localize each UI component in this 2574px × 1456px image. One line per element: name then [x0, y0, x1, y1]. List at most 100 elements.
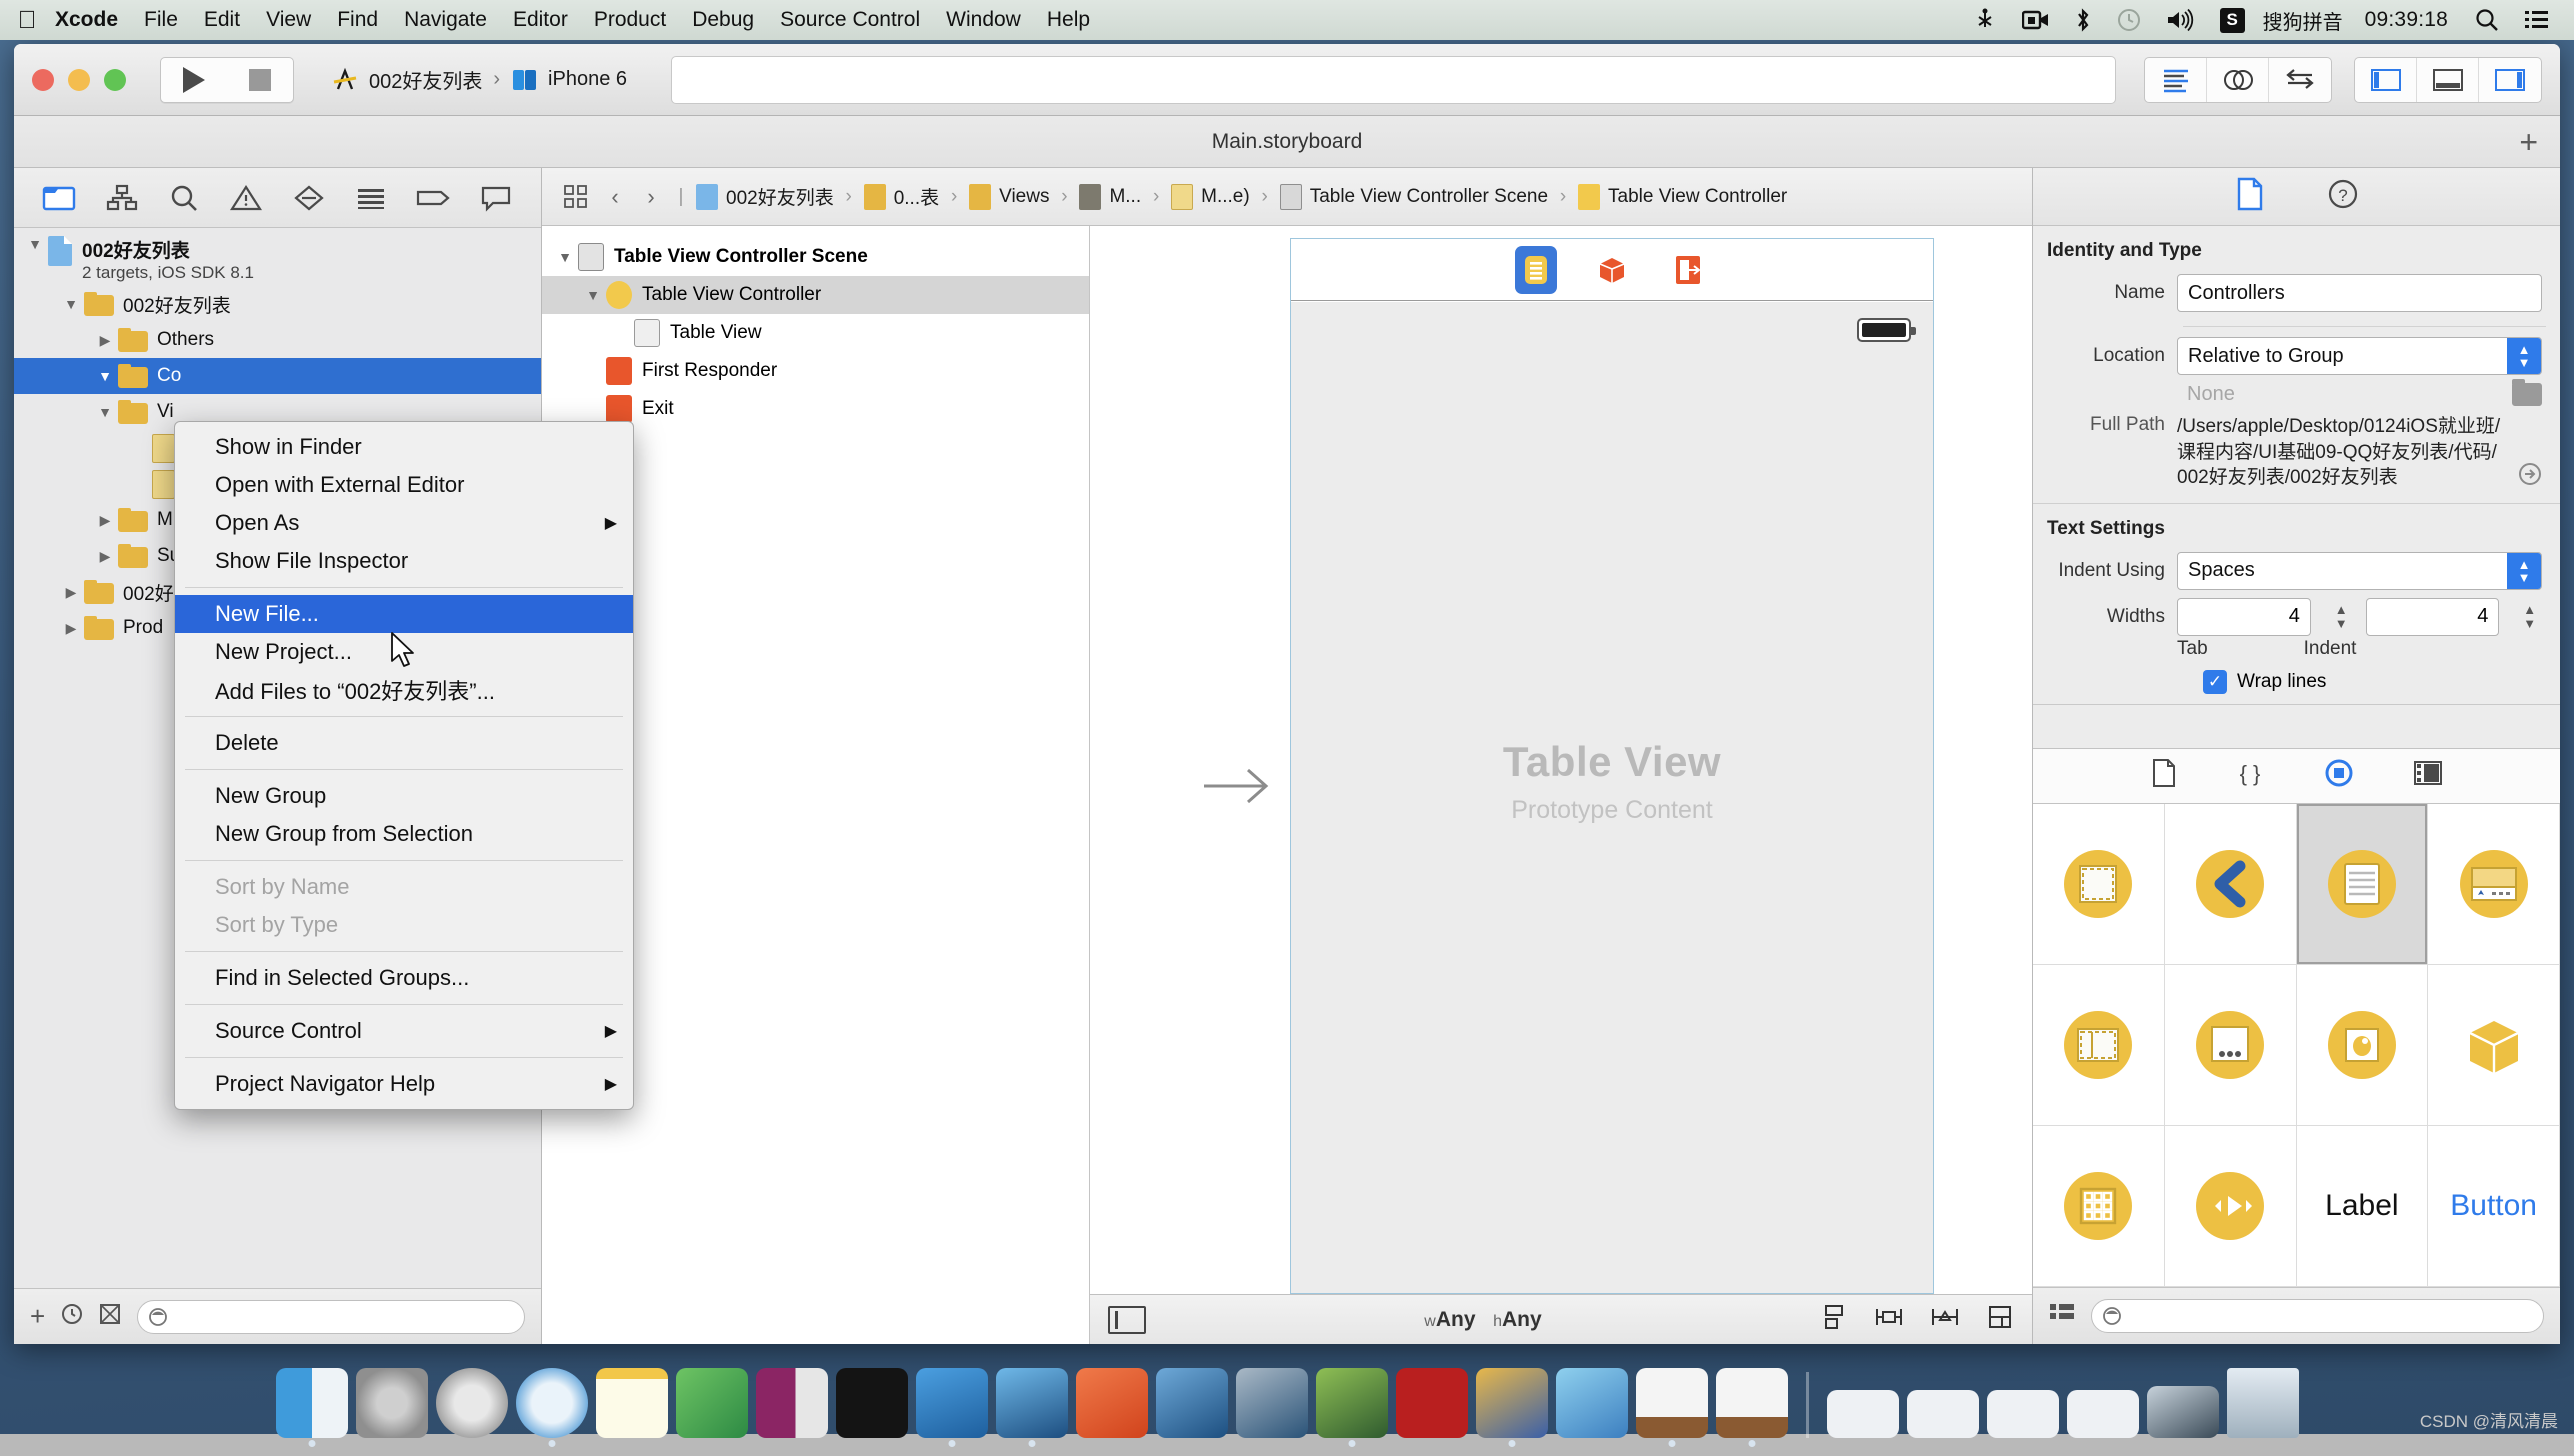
table-view-body[interactable]: Table View Prototype Content [1291, 302, 1933, 1293]
media-library-icon[interactable] [2413, 759, 2443, 792]
dock-item-ios-simulator[interactable] [995, 1368, 1068, 1447]
document-outline-toggle-icon[interactable] [1108, 1305, 1146, 1334]
breadcrumb-item-m[interactable]: M... [1077, 183, 1143, 210]
bluetooth-icon[interactable] [2062, 7, 2104, 33]
outline-row-scene[interactable]: Table View Controller Scene [542, 238, 1089, 276]
breadcrumb-item-group[interactable]: 0...表 [862, 183, 941, 210]
disclosure-triangle[interactable] [92, 512, 118, 529]
object-library-grid[interactable]: Label Button [2033, 803, 2560, 1288]
dock-item-xcode[interactable] [915, 1368, 988, 1447]
wrap-lines-row[interactable]: ✓ Wrap lines [2033, 669, 2560, 694]
ime-indicator[interactable]: S [2208, 7, 2257, 33]
dock-item-onenote[interactable] [755, 1368, 828, 1438]
dock-item-paint-tool[interactable] [1475, 1368, 1548, 1447]
object-library-icon[interactable] [2323, 757, 2355, 794]
dock-item-illustrator-easel-1[interactable] [1635, 1368, 1708, 1447]
breadcrumb-item-controller[interactable]: Table View Controller [1576, 183, 1789, 210]
jump-bar-back-button[interactable]: ‹ [598, 184, 632, 210]
storyboard-canvas[interactable]: Table View Prototype Content wAny hAny [1090, 226, 2032, 1344]
screen-record-icon[interactable] [2010, 9, 2062, 31]
dock-item-terminal[interactable] [835, 1368, 908, 1438]
dock-item-notes[interactable] [595, 1368, 668, 1438]
menu-window[interactable]: Window [933, 8, 1034, 32]
scheme-selector[interactable]: 002好友列表 › iPhone 6 [314, 57, 643, 103]
disclosure-triangle[interactable] [92, 368, 118, 384]
back-chevron-object[interactable] [2164, 803, 2297, 965]
notification-center-icon[interactable] [2512, 9, 2562, 31]
utilities-toggle-icon[interactable] [2479, 58, 2541, 102]
dock-item-pycharm[interactable] [1075, 1368, 1148, 1438]
menu-item-open-with-external-editor[interactable]: Open with External Editor [175, 466, 633, 504]
dock-item-recent-doc-3[interactable] [1986, 1390, 2059, 1438]
assistant-editor-icon[interactable] [2207, 57, 2269, 102]
menu-xcode[interactable]: Xcode [42, 8, 131, 32]
dock-item-finder[interactable] [275, 1368, 348, 1447]
tree-row-group-root[interactable]: 002好友列表 [14, 286, 541, 322]
file-inspector-icon[interactable] [2235, 177, 2265, 216]
ime-label[interactable]: 搜狗拼音 [2257, 6, 2351, 35]
chevron-updown-icon[interactable]: ▲ ▼ [2507, 338, 2541, 374]
location-select[interactable]: Relative to Group ▲ ▼ [2177, 337, 2542, 375]
navigator-context-menu[interactable]: Show in Finder Open with External Editor… [174, 421, 634, 1110]
add-editor-button[interactable]: + [2519, 126, 2538, 158]
version-editor-icon[interactable] [2269, 58, 2331, 102]
disclosure-triangle[interactable] [22, 236, 48, 252]
disclosure-triangle[interactable] [580, 287, 606, 303]
dock-item-recent-doc-4[interactable] [2066, 1390, 2139, 1438]
dock-item-recent-doc-2[interactable] [1906, 1390, 1979, 1438]
add-icon[interactable]: + [30, 1301, 45, 1332]
minimize-button[interactable] [68, 68, 90, 91]
scissors-icon[interactable] [1960, 7, 2010, 33]
menu-item-add-files[interactable]: Add Files to “002好友列表”... [175, 671, 633, 709]
search-icon[interactable] [2462, 7, 2512, 33]
debug-navigator-icon[interactable] [345, 177, 397, 219]
menu-edit[interactable]: Edit [191, 8, 253, 32]
project-navigator-icon[interactable] [33, 177, 85, 219]
test-navigator-icon[interactable] [283, 177, 335, 219]
reveal-in-finder-icon[interactable] [2518, 462, 2542, 491]
dock-item-illustrator-easel-2[interactable] [1715, 1368, 1788, 1447]
label-object[interactable]: Label [2296, 1125, 2429, 1287]
tree-row-others[interactable]: Others [14, 322, 541, 358]
menu-bar-clock[interactable]: 09:39:18 [2351, 8, 2462, 32]
menu-file[interactable]: File [131, 8, 191, 32]
dock-item-snipaste[interactable] [1155, 1368, 1228, 1438]
breakpoint-navigator-icon[interactable] [407, 177, 459, 219]
disclosure-triangle[interactable] [92, 332, 118, 349]
table-view-object[interactable] [2296, 803, 2429, 965]
run-button[interactable] [161, 58, 227, 102]
menu-item-new-group[interactable]: New Group [175, 777, 633, 815]
library-divider[interactable] [2033, 703, 2560, 748]
indent-width-field[interactable]: 4 [2365, 597, 2500, 636]
image-view-object[interactable] [2296, 964, 2429, 1126]
size-class-control[interactable]: wAny hAny [1146, 1308, 1820, 1332]
dock-item-recent-doc-1[interactable] [1826, 1390, 1899, 1438]
dock-item-screen-sharing[interactable] [2146, 1386, 2219, 1438]
dock-item-system-preferences[interactable] [355, 1368, 428, 1438]
exit-icon[interactable] [1667, 246, 1709, 294]
menu-editor[interactable]: Editor [500, 8, 581, 32]
indent-using-select[interactable]: Spaces ▲ ▼ [2177, 551, 2542, 590]
breadcrumb-item-scene[interactable]: Table View Controller Scene [1278, 183, 1550, 210]
menu-item-new-group-from-selection[interactable]: New Group from Selection [175, 815, 633, 853]
collection-view-object[interactable] [2033, 1125, 2165, 1287]
navigator-toggle-icon[interactable] [2355, 57, 2417, 102]
menu-item-show-in-finder[interactable]: Show in Finder [175, 428, 633, 466]
recent-icon[interactable] [61, 1303, 83, 1330]
dock-item-quicktime[interactable] [1235, 1368, 1308, 1438]
indent-width-stepper[interactable]: ▲ ▼ [2517, 598, 2542, 636]
outline-row-first-responder[interactable]: First Responder [542, 352, 1089, 390]
source-control-filter-icon[interactable] [99, 1303, 121, 1330]
view-object[interactable] [2033, 803, 2165, 965]
debug-area-toggle-icon[interactable] [2417, 57, 2479, 102]
zoom-button[interactable] [104, 68, 126, 91]
tree-row-project[interactable]: 002好友列表 2 targets, iOS SDK 8.1 [14, 236, 541, 286]
dock-item-launchpad[interactable] [435, 1368, 508, 1438]
symbol-navigator-icon[interactable] [96, 177, 148, 219]
close-button[interactable] [32, 68, 54, 91]
find-navigator-icon[interactable] [158, 177, 210, 219]
dock-item-safari[interactable] [515, 1368, 588, 1447]
menu-item-delete[interactable]: Delete [175, 724, 633, 762]
resizing-behavior-icon[interactable] [1986, 1303, 2014, 1337]
folder-icon[interactable] [2512, 379, 2542, 406]
